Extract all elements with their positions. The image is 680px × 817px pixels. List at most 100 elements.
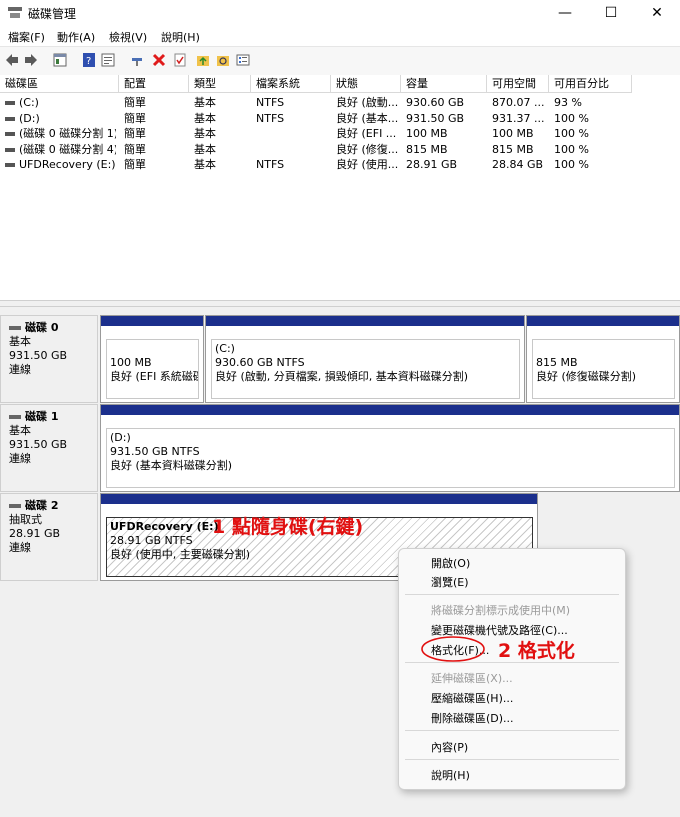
maximize-button[interactable]: ☐ xyxy=(588,0,634,26)
disk-1-label[interactable]: 磁碟 1 基本 931.50 GB 連線 xyxy=(0,404,98,492)
partition-c[interactable]: (C:) 930.60 GB NTFS 良好 (啟動, 分頁檔案, 損毀傾印, … xyxy=(205,315,525,403)
volume-icon xyxy=(5,132,15,136)
column-header-free-space[interactable]: 可用空間 xyxy=(487,75,549,93)
table-row[interactable]: (C:) 簡單 基本 NTFS 良好 (啟動... 930.60 GB 870.07 ...… xyxy=(0,95,680,110)
menu-item-open[interactable]: 開啟(O) xyxy=(431,555,470,571)
disk-management-app-icon xyxy=(8,7,22,18)
table-cell: (磁碟 0 磁碟分割 4) xyxy=(0,142,116,157)
partition-efi[interactable]: 100 MB 良好 (EFI 系統磁碟分 xyxy=(100,315,204,403)
table-row[interactable]: (磁碟 0 磁碟分割 4) 簡單 基本 良好 (修復... 815 MB 815 MB 10… xyxy=(0,142,680,157)
menu-item-properties[interactable]: 內容(P) xyxy=(431,739,468,755)
menu-item-delete-volume[interactable]: 刪除磁碟區(D)... xyxy=(431,710,514,726)
partition-bar xyxy=(206,316,524,326)
partition-status: 良好 (修復磁碟分割) xyxy=(536,370,637,383)
partition-status: 良好 (基本資料磁碟分割) xyxy=(110,459,233,472)
table-cell: 100 % xyxy=(554,127,589,140)
volume-icon xyxy=(5,163,15,167)
folder-search-icon[interactable] xyxy=(216,53,230,67)
menu-file[interactable]: 檔案(F) xyxy=(8,29,45,45)
table-cell: 良好 (EFI ... xyxy=(336,127,397,140)
partition-label xyxy=(110,342,195,356)
table-row[interactable]: (D:) 簡單 基本 NTFS 良好 (基本... 931.50 GB 931.37 ...… xyxy=(0,111,680,126)
menu-action[interactable]: 動作(A) xyxy=(57,29,95,45)
volume-list-table: 磁碟區 配置 類型 檔案系統 狀態 容量 可用空間 可用百分比 (C:) 簡單 基本… xyxy=(0,75,680,300)
disk-status: 連線 xyxy=(9,363,31,376)
annotation-circle xyxy=(421,636,485,662)
partition-body: 815 MB 良好 (修復磁碟分割) xyxy=(532,339,675,399)
table-cell: 良好 (使用... xyxy=(336,158,399,171)
menu-item-extend-volume: 延伸磁碟區(X)... xyxy=(431,672,513,685)
disk-status: 連線 xyxy=(9,452,31,465)
disk-2-label[interactable]: 磁碟 2 抽取式 28.91 GB 連線 xyxy=(0,493,98,581)
column-header-capacity[interactable]: 容量 xyxy=(401,75,487,93)
table-cell: 良好 (啟動... xyxy=(336,96,399,109)
table-row[interactable]: (磁碟 0 磁碟分割 1) 簡單 基本 良好 (EFI ... 100 MB 100 MB… xyxy=(0,126,680,141)
table-cell: (D:) xyxy=(0,111,116,126)
table-cell: NTFS xyxy=(256,111,285,125)
menu-help[interactable]: 說明(H) xyxy=(161,29,200,45)
column-header-type[interactable]: 類型 xyxy=(189,75,251,93)
table-cell: 簡單 xyxy=(124,142,146,156)
column-header-percent-free[interactable]: 可用百分比 xyxy=(549,75,632,93)
menu-separator xyxy=(405,730,619,731)
delete-icon[interactable] xyxy=(152,53,166,67)
partition-label: UFDRecovery (E:) xyxy=(110,520,219,533)
table-cell: 100 % xyxy=(554,111,589,125)
minimize-button[interactable]: — xyxy=(542,0,588,26)
volume-name: (D:) xyxy=(19,111,40,125)
table-cell: 93 % xyxy=(554,96,582,109)
table-cell: 基本 xyxy=(194,142,216,156)
volume-name: UFDRecovery (E:) xyxy=(19,158,116,171)
forward-icon[interactable] xyxy=(24,53,38,67)
table-cell: 簡單 xyxy=(124,127,146,140)
menu-bar: 檔案(F) 動作(A) 檢視(V) 說明(H) xyxy=(0,26,680,46)
connect-icon[interactable] xyxy=(130,53,144,67)
context-menu: 開啟(O) 瀏覽(E) 將磁碟分割標示成使用中(M) 變更磁碟機代號及路徑(C)… xyxy=(398,548,626,790)
back-icon[interactable] xyxy=(5,53,19,67)
partition-status: 良好 (啟動, 分頁檔案, 損毀傾印, 基本資料磁碟分割) xyxy=(215,370,469,383)
volume-name: (磁碟 0 磁碟分割 4) xyxy=(19,142,116,156)
table-cell: 100 % xyxy=(554,142,589,156)
check-icon[interactable] xyxy=(173,53,187,67)
table-cell: 良好 (基本... xyxy=(336,111,399,125)
menu-item-explore[interactable]: 瀏覽(E) xyxy=(431,574,469,590)
properties-icon[interactable] xyxy=(101,53,115,67)
console-tree-icon[interactable] xyxy=(53,53,67,67)
toolbar: ? xyxy=(0,46,680,76)
volume-name: (C:) xyxy=(19,96,39,109)
table-cell: 28.91 GB xyxy=(406,158,458,171)
disk-name: 磁碟 2 xyxy=(25,499,59,512)
column-header-layout[interactable]: 配置 xyxy=(119,75,189,93)
partition-bar xyxy=(101,494,537,504)
pane-splitter[interactable] xyxy=(0,300,680,307)
help-icon[interactable]: ? xyxy=(82,53,96,67)
partition-size: 100 MB xyxy=(110,356,152,369)
window-title: 磁碟管理 xyxy=(28,7,77,21)
column-header-volume[interactable]: 磁碟區 xyxy=(0,75,119,93)
volume-icon xyxy=(5,116,15,121)
table-cell: 100 MB xyxy=(492,127,534,140)
disk-icon xyxy=(9,326,21,330)
table-cell: 931.37 ... xyxy=(492,111,545,125)
column-header-status[interactable]: 狀態 xyxy=(331,75,401,93)
svg-text:?: ? xyxy=(86,56,91,67)
list-view-icon[interactable] xyxy=(236,53,250,67)
table-cell: (磁碟 0 磁碟分割 1) xyxy=(0,126,116,141)
menu-item-shrink-volume[interactable]: 壓縮磁碟區(H)... xyxy=(431,690,513,706)
disk-0-label[interactable]: 磁碟 0 基本 931.50 GB 連線 xyxy=(0,315,98,403)
folder-up-icon[interactable] xyxy=(196,53,210,67)
partition-d[interactable]: (D:) 931.50 GB NTFS 良好 (基本資料磁碟分割) xyxy=(100,404,680,492)
disk-size: 931.50 GB xyxy=(9,438,68,451)
menu-item-mark-active: 將磁碟分割標示成使用中(M) xyxy=(431,604,571,617)
disk-icon xyxy=(9,504,21,508)
volume-name: (磁碟 0 磁碟分割 1) xyxy=(19,127,116,140)
menu-item-help[interactable]: 說明(H) xyxy=(431,767,470,783)
partition-recovery[interactable]: 815 MB 良好 (修復磁碟分割) xyxy=(526,315,680,403)
table-cell: 簡單 xyxy=(124,111,146,125)
table-row[interactable]: UFDRecovery (E:) 簡單 基本 NTFS 良好 (使用... 28.91 G… xyxy=(0,157,680,172)
menu-view[interactable]: 檢視(V) xyxy=(109,29,147,45)
partition-status: 良好 (EFI 系統磁碟分 xyxy=(110,370,198,383)
close-button[interactable]: ✕ xyxy=(634,0,680,26)
disk-type: 基本 xyxy=(9,424,31,437)
column-header-filesystem[interactable]: 檔案系統 xyxy=(251,75,331,93)
